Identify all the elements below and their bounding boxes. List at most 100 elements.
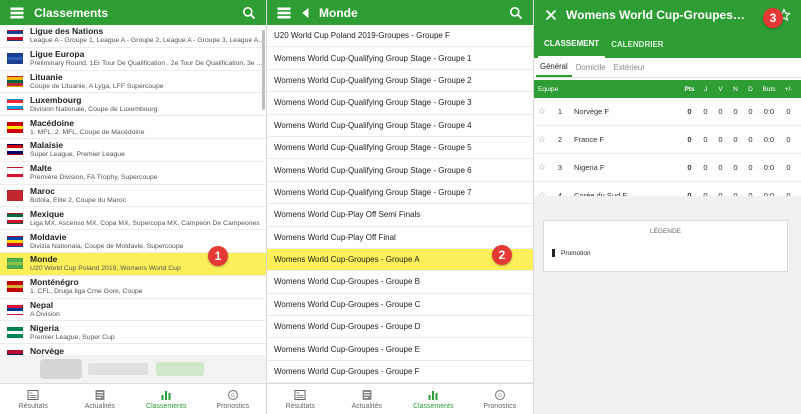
country-name: Luxembourg — [30, 94, 82, 105]
group-item[interactable]: Womens World Cup-Groupes - Groupe C — [267, 294, 533, 317]
nav-resultats[interactable]: Résultats — [0, 384, 67, 414]
search-icon[interactable] — [240, 4, 258, 22]
country-item[interactable]: Nigeria Premier League, Super Cup — [0, 321, 266, 345]
competition-group-list: U20 World Cup Poland 2019-Groupes - Grou… — [267, 25, 533, 383]
v-cell: 0 — [718, 163, 723, 172]
flag-icon — [7, 121, 23, 133]
nav-label: Résultats — [285, 402, 315, 410]
country-name: Nigeria — [30, 322, 59, 333]
predictions-icon: G — [494, 389, 506, 401]
step-badge: 1 — [208, 246, 228, 266]
flag-icon — [7, 144, 23, 156]
country-item[interactable]: Luxembourg Division Nationale, Coupe de L… — [0, 93, 266, 117]
group-item[interactable]: Womens World Cup-Qualifying Group Stage … — [267, 70, 533, 93]
back-icon[interactable] — [297, 4, 315, 22]
nav-label: Classements — [413, 402, 454, 410]
favorite-star-icon[interactable]: ☆ — [538, 162, 550, 173]
nav-label: Pronostics — [216, 402, 250, 410]
country-item[interactable]: Malaisie Super League, Premier League — [0, 139, 266, 162]
ad-image — [40, 359, 82, 379]
nav-pronostics[interactable]: G Pronostics — [467, 384, 534, 414]
ad-banner[interactable] — [0, 355, 266, 383]
results-icon — [294, 389, 306, 401]
table-row[interactable]: ☆ 1 Norvège F 0 0 0 0 0 0:0 0 — [534, 98, 801, 126]
group-item[interactable]: Womens World Cup-Play Off Final — [267, 227, 533, 249]
flag-icon — [7, 189, 23, 201]
group-item[interactable]: Womens World Cup-Qualifying Group Stage … — [267, 137, 533, 160]
country-text: Luxembourg Division Nationale, Coupe de L… — [30, 95, 266, 114]
news-icon — [94, 389, 106, 401]
country-name: Ligue Europa — [30, 49, 85, 60]
d-cell: 0 — [748, 135, 753, 144]
flag-icon — [7, 98, 23, 110]
close-icon[interactable] — [542, 6, 560, 24]
table-row[interactable]: ☆ 3 Nigeria F 0 0 0 0 0 0:0 0 — [534, 154, 801, 182]
country-item[interactable]: Malte Première Division, FA Trophy, Super… — [0, 162, 266, 185]
group-item[interactable]: Womens World Cup-Groupes - Groupe F — [267, 361, 533, 383]
country-item[interactable]: Lituanie Coupe de Lituanie, A Lyga, LFF S… — [0, 71, 266, 94]
country-competitions: Botola, Elite 2, Coupe du Maroc — [30, 196, 126, 204]
team-name: France F — [574, 135, 605, 144]
tab-classement[interactable]: CLASSEMENT — [538, 30, 606, 58]
buts-cell: 0:0 — [763, 107, 775, 116]
nav-classements[interactable]: Classements — [133, 384, 200, 414]
scrollbar[interactable] — [262, 30, 265, 110]
table-header: Equipe Pts J V N D Buts +/- — [534, 80, 801, 98]
group-item[interactable]: Womens World Cup-Play Off Semi Finals — [267, 204, 533, 227]
nav-resultats[interactable]: Résultats — [267, 384, 334, 414]
buts-cell: 0:0 — [763, 163, 775, 172]
flag-icon — [7, 53, 23, 65]
tab-calendrier[interactable]: CALENDRIER — [605, 30, 669, 58]
group-item[interactable]: U20 World Cup Poland 2019-Groupes - Grou… — [267, 25, 533, 48]
menu-icon[interactable] — [8, 4, 26, 22]
country-item[interactable]: Mexique Liga MX, Ascenso MX, Copa MX, Sup… — [0, 207, 266, 231]
table-row[interactable]: ☆ 2 France F 0 0 0 0 0 0:0 0 — [534, 126, 801, 154]
flag-icon — [7, 303, 23, 315]
n-cell: 0 — [733, 163, 738, 172]
n-cell: 0 — [733, 135, 738, 144]
subtab-exterieur[interactable]: Extérieur — [610, 58, 649, 77]
search-icon[interactable] — [507, 4, 525, 22]
monde-panel: Monde U20 World Cup Poland 2019-Groupes … — [266, 0, 533, 414]
country-name: Monde — [30, 254, 58, 265]
country-text: Malaisie Super League, Premier League — [30, 140, 266, 159]
favorite-star-icon[interactable]: ☆ — [538, 106, 550, 117]
group-item[interactable]: Womens World Cup-Qualifying Group Stage … — [267, 182, 533, 205]
nav-pronostics[interactable]: G Pronostics — [200, 384, 267, 414]
country-competitions: A Division — [30, 310, 60, 318]
group-item[interactable]: Womens World Cup-Groupes - Groupe B — [267, 271, 533, 294]
country-item[interactable]: Monténégro 1. CFL, Druga liga Crne Gore, … — [0, 276, 266, 299]
country-item[interactable]: Macédoine 1. MFL, 2. MFL, Coupe de Macédo… — [0, 116, 266, 139]
subtab-general[interactable]: Général — [536, 58, 572, 77]
flag-icon — [7, 235, 23, 247]
step-badge: 2 — [492, 245, 512, 265]
nav-actualites[interactable]: Actualités — [334, 384, 401, 414]
country-item[interactable]: Nepal A Division — [0, 299, 266, 322]
country-item[interactable]: NorvègeEliteserien, OBOS-ligaen, 2. divi… — [0, 344, 266, 355]
country-item[interactable]: Ligue des Nations League A - Groupe 1, Le… — [0, 25, 266, 48]
legend-title: LÉGENDE — [649, 228, 682, 235]
diff-cell: 0 — [786, 107, 791, 116]
group-item[interactable]: Womens World Cup-Qualifying Group Stage … — [267, 92, 533, 115]
group-item[interactable]: Womens World Cup-Qualifying Group Stage … — [267, 115, 533, 137]
group-item[interactable]: Womens World Cup-Groupes - Groupe E — [267, 338, 533, 361]
subtab-domicile[interactable]: Domicile — [572, 58, 610, 77]
favorite-star-icon[interactable]: ☆ — [538, 134, 550, 145]
country-name: Ligue des Nations — [30, 26, 104, 37]
group-item[interactable]: Womens World Cup-Groupes - Groupe D — [267, 316, 533, 339]
ad-button[interactable] — [156, 362, 204, 376]
country-item[interactable]: Ligue Europa Preliminary Round, 1Er Tour … — [0, 48, 266, 71]
country-competitions: Première Division, FA Trophy, Supercoupe — [30, 174, 158, 182]
group-item[interactable]: Womens World Cup-Qualifying Group Stage … — [267, 47, 533, 70]
nav-classements[interactable]: Classements — [400, 384, 467, 414]
page-title: Classements — [34, 5, 109, 20]
d-cell: 0 — [748, 163, 753, 172]
country-item[interactable]: Maroc Botola, Elite 2, Coupe du Maroc — [0, 185, 266, 208]
nav-actualites[interactable]: Actualités — [67, 384, 134, 414]
country-text: Monde U20 World Cup Poland 2019, Womens W… — [30, 254, 266, 273]
group-item[interactable]: Womens World Cup-Qualifying Group Stage … — [267, 159, 533, 182]
pts-cell: 0 — [687, 163, 692, 172]
menu-icon[interactable] — [275, 4, 293, 22]
standings-icon — [160, 389, 172, 401]
v-cell: 0 — [718, 107, 723, 116]
